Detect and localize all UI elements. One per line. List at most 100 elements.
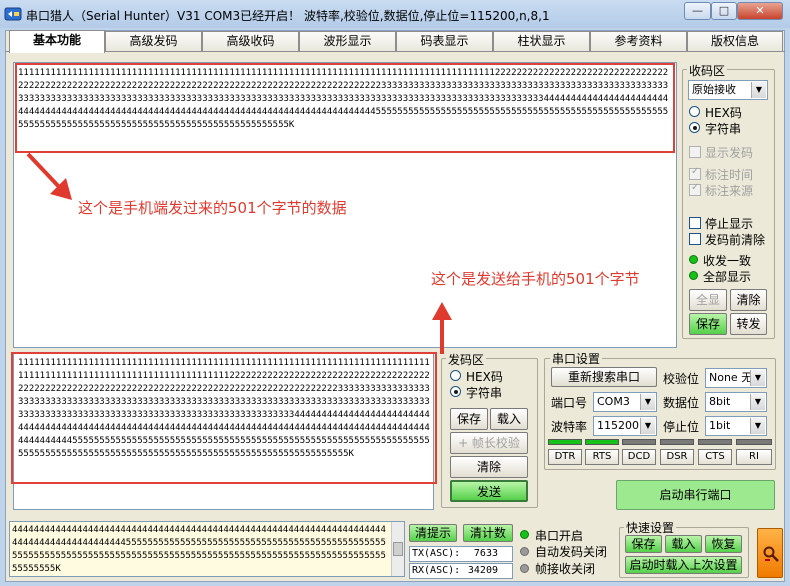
port-select[interactable]: COM3 ▼	[593, 392, 657, 412]
tools-button[interactable]	[757, 528, 783, 578]
clear-hint-button[interactable]: 清提示	[409, 524, 457, 542]
mark-time-checkbox[interactable]: ✓	[689, 166, 701, 180]
parity-value: None 无	[709, 371, 753, 384]
tab-divider	[5, 51, 785, 52]
receive-highlight-box	[15, 63, 675, 153]
forward-button[interactable]: 转发	[730, 313, 767, 335]
clear-before-send-label: 发码前清除	[705, 233, 766, 247]
send-hex-label: HEX码	[466, 370, 503, 384]
tx-counter: TX(ASC): 7633	[409, 546, 513, 562]
dcd-signal-bar	[622, 439, 656, 445]
tab-advanced-receive[interactable]: 高级收码	[202, 31, 299, 51]
quick-save-button[interactable]: 保存	[625, 535, 662, 553]
clear-before-send-checkbox[interactable]	[689, 233, 701, 245]
receive-hex-label: HEX码	[705, 106, 742, 120]
parity-select[interactable]: None 无 ▼	[705, 368, 767, 388]
chevron-down-icon: ▼	[750, 394, 765, 410]
receive-group-title: 收码区	[687, 62, 728, 79]
consistent-label: 收发一致	[703, 254, 752, 268]
receive-mode-value: 原始接收	[692, 83, 736, 96]
stop-display-checkbox[interactable]	[689, 217, 701, 229]
tx-label: TX(ASC):	[412, 548, 461, 559]
databits-value: 8bit	[709, 395, 731, 408]
chevron-down-icon: ▼	[640, 418, 655, 434]
mark-source-checkbox[interactable]: ✓	[689, 182, 701, 196]
baud-label: 波特率	[551, 420, 588, 434]
receive-hex-radio[interactable]	[689, 106, 700, 117]
quick-restore-button[interactable]: 恢复	[705, 535, 742, 553]
send-highlight-box	[11, 352, 437, 484]
dtr-signal-bar	[548, 439, 582, 445]
databits-label: 数据位	[663, 396, 700, 410]
receive-clear-button[interactable]: 清除	[730, 289, 767, 311]
serial-settings-title: 串口设置	[550, 350, 603, 367]
chevron-down-icon: ▼	[640, 394, 655, 410]
auto-send-label: 自动发码关闭	[535, 545, 608, 559]
history-text: 4444444444444444444444444444444444444444…	[12, 525, 386, 574]
tab-copyright[interactable]: 版权信息	[687, 31, 783, 51]
rx-value: 34209	[467, 565, 498, 576]
receive-save-button[interactable]: 保存	[689, 313, 727, 335]
quick-settings-title: 快速设置	[624, 519, 677, 536]
frame-recv-label: 帧接收关闭	[535, 562, 596, 576]
start-serial-port-button[interactable]: 启动串行端口	[616, 480, 775, 510]
load-last-settings-button[interactable]: 启动时载入上次设置	[625, 556, 742, 574]
rescan-ports-button[interactable]: 重新搜索串口	[551, 367, 657, 387]
consistent-indicator-led	[689, 255, 698, 264]
port-open-led	[520, 530, 529, 539]
show-sent-checkbox[interactable]	[689, 146, 701, 158]
receive-mode-select[interactable]: 原始接收 ▼	[688, 80, 768, 100]
tab-bar-display[interactable]: 柱状显示	[493, 31, 590, 51]
stopbits-value: 1bit	[709, 419, 731, 432]
send-hex-radio[interactable]	[450, 370, 461, 381]
rx-counter: RX(ASC): 34209	[409, 563, 513, 579]
baud-select[interactable]: 115200 ▼	[593, 416, 657, 436]
tab-code-table[interactable]: 码表显示	[396, 31, 493, 51]
receive-annotation: 这个是手机端发过来的501个字节的数据	[78, 199, 347, 217]
stopbits-select[interactable]: 1bit ▼	[705, 416, 767, 436]
stop-display-label: 停止显示	[705, 217, 754, 231]
send-annotation: 这个是发送给手机的501个字节	[431, 270, 640, 288]
close-button[interactable]: ✕	[737, 2, 783, 20]
send-string-radio[interactable]	[450, 386, 461, 397]
cts-signal-bar	[698, 439, 732, 445]
port-label: 端口号	[551, 396, 588, 410]
chevron-down-icon: ▼	[750, 370, 765, 386]
minimize-button[interactable]: —	[684, 2, 711, 20]
tab-advanced-send[interactable]: 高级发码	[105, 31, 202, 51]
tab-reference[interactable]: 参考资料	[590, 31, 687, 51]
window-title: 串口猎人（Serial Hunter）V31 COM3已经开启！ 波特率,校验位…	[26, 9, 550, 23]
send-load-button[interactable]: 载入	[490, 408, 528, 430]
clear-count-button[interactable]: 清计数	[463, 524, 513, 542]
frame-recv-led	[520, 564, 529, 573]
send-clear-button[interactable]: 清除	[450, 456, 528, 478]
send-save-button[interactable]: 保存	[450, 408, 488, 430]
send-group-title: 发码区	[446, 351, 487, 368]
history-scrollbar-thumb[interactable]	[393, 542, 403, 556]
dsr-label: DSR	[660, 449, 694, 465]
maximize-button[interactable]: □	[711, 2, 737, 20]
tab-waveform[interactable]: 波形显示	[299, 31, 396, 51]
dtr-button[interactable]: DTR	[548, 449, 582, 465]
chevron-down-icon: ▼	[751, 82, 766, 98]
rts-signal-bar	[585, 439, 619, 445]
databits-select[interactable]: 8bit ▼	[705, 392, 767, 412]
chevron-down-icon: ▼	[750, 418, 765, 434]
show-all-label: 全部显示	[703, 270, 752, 284]
mark-source-label: 标注来源	[705, 184, 754, 198]
auto-send-led	[520, 547, 529, 556]
show-all-indicator-led	[689, 271, 698, 280]
history-textarea[interactable]: 4444444444444444444444444444444444444444…	[9, 521, 405, 577]
tab-basic[interactable]: 基本功能	[9, 30, 105, 53]
history-scrollbar[interactable]	[391, 522, 404, 576]
send-string-label: 字符串	[466, 386, 503, 400]
rts-button[interactable]: RTS	[585, 449, 619, 465]
rx-label: RX(ASC):	[412, 565, 461, 576]
receive-string-radio[interactable]	[689, 122, 700, 133]
dcd-label: DCD	[622, 449, 656, 465]
frame-length-check-button[interactable]: + 帧长校验	[450, 432, 528, 454]
send-button[interactable]: 发送	[450, 480, 528, 502]
cts-label: CTS	[698, 449, 732, 465]
quick-load-button[interactable]: 载入	[665, 535, 702, 553]
select-all-button[interactable]: 全显	[689, 289, 727, 311]
